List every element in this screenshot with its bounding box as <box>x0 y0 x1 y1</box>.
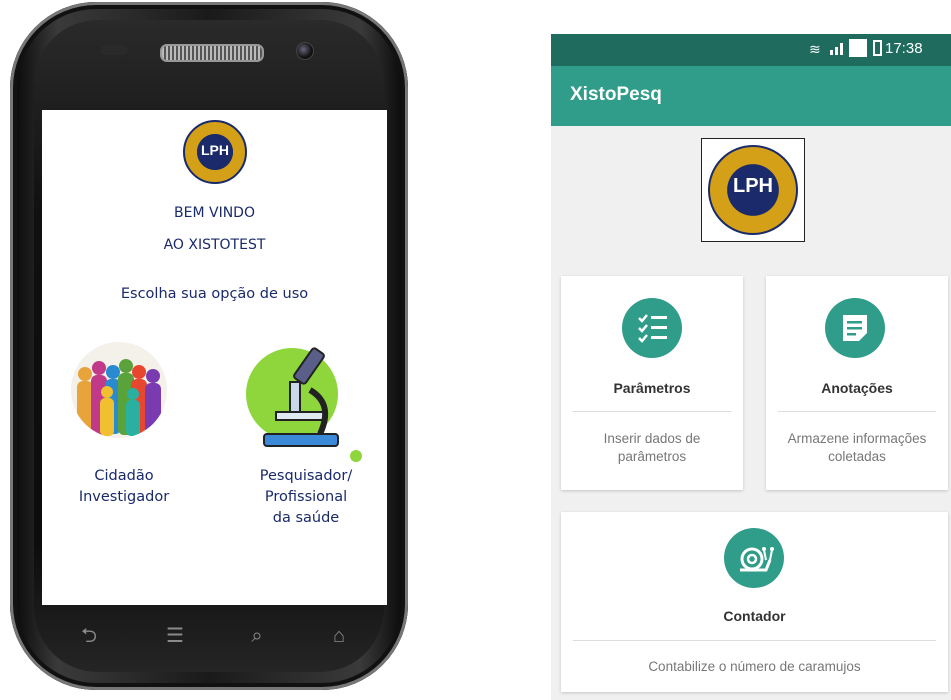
card-divider <box>573 411 731 412</box>
lph-logo: LPH <box>708 145 798 235</box>
home-icon[interactable]: ⌂ <box>324 624 354 648</box>
welcome-line2: AO XISTOTEST <box>163 237 266 253</box>
lph-logo-text: LPH <box>201 142 229 158</box>
lph-logo-text: LPH <box>733 175 773 197</box>
phone-sensor <box>100 45 128 55</box>
signal-icon <box>849 39 867 57</box>
option-researcher-line3: da saúde <box>272 510 340 526</box>
option-citizen-line1: Cidadão <box>94 468 154 484</box>
battery-icon <box>873 40 882 56</box>
wifi-icon: ≋ <box>809 41 821 57</box>
card-anotacoes-desc: Armazene informações coletadas <box>766 430 948 466</box>
card-anotacoes-desc-line2: coletadas <box>828 449 886 464</box>
card-divider <box>778 411 936 412</box>
menu-icon[interactable]: ☰ <box>160 624 190 648</box>
card-parametros-title: Parâmetros <box>613 380 691 396</box>
checklist-icon <box>622 298 682 358</box>
option-researcher[interactable]: Pesquisador/ Profissional da saúde <box>236 342 376 542</box>
app-title: XistoPesq <box>570 84 662 105</box>
app-bar: XistoPesq <box>551 66 951 126</box>
status-time: 17:38 <box>885 40 923 57</box>
card-contador-title: Contador <box>723 608 786 624</box>
option-citizen-line2: Investigador <box>78 489 170 505</box>
people-silhouettes-icon <box>77 359 161 436</box>
phone-nav-bar: ⮌ ☰ ⌕ ⌂ <box>42 616 387 660</box>
card-parametros[interactable]: Parâmetros Inserir dados de parâmetros <box>561 276 743 490</box>
choose-option-text: Escolha sua opção de uso <box>120 286 309 302</box>
back-icon[interactable]: ⮌ <box>74 624 104 648</box>
snail-icon <box>724 528 784 588</box>
front-camera <box>296 42 314 60</box>
microscope-icon <box>263 347 339 447</box>
card-contador-desc: Contabilize o número de caramujos <box>648 659 861 674</box>
people-illustration <box>71 342 167 438</box>
phone-earpiece <box>160 44 264 62</box>
search-icon[interactable]: ⌕ <box>242 624 272 648</box>
app-logo-frame: LPH <box>701 138 805 242</box>
status-bar: ≋ 17:38 <box>551 34 951 66</box>
option-researcher-line1: Pesquisador/ <box>259 468 353 484</box>
note-icon <box>825 298 885 358</box>
decor-dot <box>350 450 362 462</box>
card-anotacoes[interactable]: Anotações Armazene informações coletadas <box>766 276 948 490</box>
option-citizen[interactable]: Cidadão Investigador <box>68 342 180 512</box>
card-contador[interactable]: Contador Contabilize o número de caramuj… <box>561 512 948 692</box>
welcome-line1: BEM VINDO <box>174 205 255 221</box>
card-parametros-desc-line2: parâmetros <box>617 449 687 464</box>
card-divider <box>573 640 936 641</box>
card-parametros-desc: Inserir dados de parâmetros <box>561 430 743 466</box>
card-parametros-desc-line1: Inserir dados de <box>603 431 701 446</box>
welcome-screen: LPH BEM VINDO AO XISTOTEST Escolha sua o… <box>42 110 387 605</box>
option-researcher-line2: Profissional <box>264 489 348 505</box>
card-anotacoes-title: Anotações <box>821 380 893 396</box>
xistopesq-app: ≋ 17:38 XistoPesq LPH Parâmetros Inserir… <box>551 34 951 700</box>
signal-icon <box>829 40 845 56</box>
card-anotacoes-desc-line1: Armazene informações <box>787 431 927 446</box>
lph-logo: LPH <box>183 120 247 184</box>
